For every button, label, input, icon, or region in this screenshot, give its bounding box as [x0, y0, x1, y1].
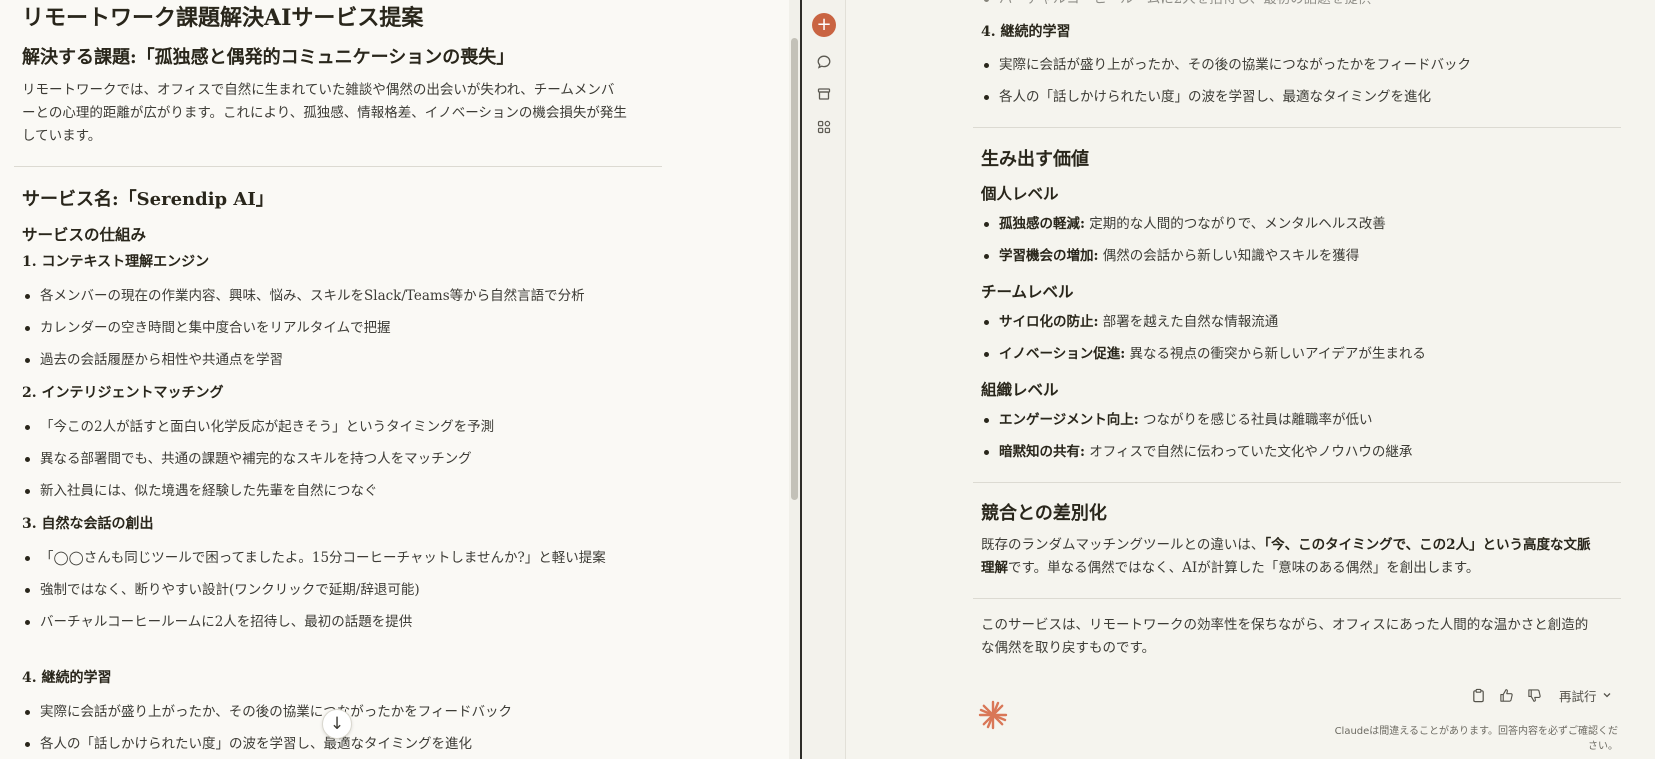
scrollbar-thumb[interactable] — [791, 38, 798, 500]
list-item: 実際に会話が盛り上がったか、その後の協業につながったかをフィードバック — [981, 54, 1601, 76]
list-item: 「◯◯さんも同じツールで困ってましたよ。15分コーヒーチャットしませんか?」と軽… — [22, 547, 632, 569]
list-item: 各メンバーの現在の作業内容、興味、悩み、スキルをSlack/Teams等から自然… — [22, 285, 642, 307]
team-list: サイロ化の防止: 部署を越えた自然な情報流通 イノベーション促進: 異なる視点の… — [981, 311, 1601, 365]
value-heading: 生み出す価値 — [981, 149, 1089, 170]
disclaimer-text: Claudeは間違えることがあります。回答内容を必ずご確認ください。 — [1334, 726, 1618, 752]
clipped-list: バーチャルコーヒールームに2人を招待し、最初の話題を提供 — [981, 0, 1601, 10]
list-item: 孤独感の軽減: 定期的な人間的つながりで、メンタルヘルス改善 — [981, 213, 1601, 235]
section-title-matching: 2. インテリジェントマッチング — [22, 385, 224, 401]
retry-button[interactable]: 再試行 — [1559, 686, 1612, 705]
section-title-conversation: 3. 自然な会話の創出 — [22, 516, 154, 532]
new-chat-button[interactable]: + — [812, 13, 836, 37]
list-item: カレンダーの空き時間と集中度合いをリアルタイムで把握 — [22, 317, 642, 339]
learning-list: 実際に会話が盛り上がったか、その後の協業につながったかをフィードバック 各人の「… — [981, 54, 1601, 108]
organization-list: エンゲージメント向上: つながりを感じる社員は離職率が低い 暗黙知の共有: オフ… — [981, 409, 1601, 463]
list-item: 過去の会話履歴から相性や共通点を学習 — [22, 349, 642, 371]
problem-heading: 解決する課題:「孤独感と偶発的コミュニケーションの喪失」 — [22, 47, 515, 68]
section-divider — [973, 482, 1621, 483]
mechanism-heading: サービスの仕組み — [22, 225, 147, 244]
list-item: 異なる部署間でも、共通の課題や補完的なスキルを持つ人をマッチング — [22, 448, 642, 470]
chat-bubble-icon — [817, 55, 831, 69]
list-item: 暗黙知の共有: オフィスで自然に伝わっていた文化やノウハウの継承 — [981, 441, 1601, 463]
plus-icon: + — [816, 14, 832, 35]
list-item: 新入社員には、似た境遇を経験した先輩を自然につなぐ — [22, 480, 642, 502]
artifact-panel: リモートワーク課題解決AIサービス提案 解決する課題:「孤独感と偶発的コミュニケ… — [0, 0, 800, 759]
scroll-down-button[interactable]: ↓ — [322, 709, 352, 739]
context-list: 各メンバーの現在の作業内容、興味、悩み、スキルをSlack/Teams等から自然… — [22, 285, 642, 371]
thumbs-down-icon — [1527, 688, 1541, 702]
clipboard-icon — [1472, 688, 1484, 702]
section-divider — [973, 598, 1621, 599]
claude-logo-icon — [978, 700, 1008, 730]
list-item: 学習機会の増加: 偶然の会話から新しい知識やスキルを獲得 — [981, 245, 1601, 267]
archive-icon — [817, 88, 831, 100]
retry-label: 再試行 — [1559, 688, 1597, 704]
projects-button[interactable] — [812, 82, 836, 106]
diff-heading: 競合との差別化 — [981, 503, 1107, 524]
matching-list: 「今この2人が話すと面白い化学反応が起きそう」というタイミングを予測 異なる部署… — [22, 416, 642, 502]
section-divider — [973, 127, 1621, 128]
list-item: バーチャルコーヒールームに2人を招待し、最初の話題を提供 — [981, 0, 1601, 10]
section-title-learning: 4. 継続的学習 — [22, 670, 112, 686]
copy-button[interactable] — [1469, 686, 1487, 704]
chat-panel: バーチャルコーヒールームに2人を招待し、最初の話題を提供 4. 継続的学習 実際… — [846, 0, 1655, 759]
level-title-individual: 個人レベル — [981, 184, 1059, 203]
list-item: イノベーション促進: 異なる視点の衝突から新しいアイデアが生まれる — [981, 343, 1601, 365]
list-item: 各人の「話しかけられたい度」の波を学習し、最適なタイミングを進化 — [981, 86, 1601, 108]
level-title-organization: 組織レベル — [981, 380, 1059, 399]
thumbs-up-icon — [1499, 688, 1513, 702]
service-name: サービス名:「Serendip AI」 — [22, 189, 274, 210]
closing-text: このサービスは、リモートワークの効率性を保ちながら、オフィスにあった人間的な温か… — [981, 617, 1589, 656]
section-title-context: 1. コンテキスト理解エンジン — [22, 254, 210, 270]
list-item: 「今この2人が話すと面白い化学反応が起きそう」というタイミングを予測 — [22, 416, 642, 438]
learning-title: 4. 継続的学習 — [981, 24, 1071, 40]
doc-title: リモートワーク課題解決AIサービス提案 — [22, 5, 424, 31]
artifacts-button[interactable] — [812, 115, 836, 139]
chats-button[interactable] — [812, 50, 836, 74]
message-actions: 再試行 — [1469, 684, 1612, 706]
side-rail: + — [802, 0, 846, 759]
list-item: エンゲージメント向上: つながりを感じる社員は離職率が低い — [981, 409, 1601, 431]
chevron-down-icon — [1603, 693, 1610, 698]
level-title-team: チームレベル — [981, 282, 1074, 301]
diff-text: 既存のランダムマッチングツールとの違いは、「今、このタイミングで、この2人」とい… — [981, 537, 1591, 576]
arrow-down-icon: ↓ — [329, 714, 345, 734]
individual-list: 孤独感の軽減: 定期的な人間的つながりで、メンタルヘルス改善 学習機会の増加: … — [981, 213, 1601, 267]
list-item: 強制ではなく、断りやすい設計(ワンクリックで延期/辞退可能) — [22, 579, 632, 601]
section-divider — [14, 166, 662, 167]
list-item: サイロ化の防止: 部署を越えた自然な情報流通 — [981, 311, 1601, 333]
thumbs-up-button[interactable] — [1497, 686, 1515, 704]
problem-text: リモートワークでは、オフィスで自然に生まれていた雑談や偶然の出会いが失われ、チー… — [22, 82, 627, 144]
thumbs-down-button[interactable] — [1525, 686, 1543, 704]
conversation-list: 「◯◯さんも同じツールで困ってましたよ。15分コーヒーチャットしませんか?」と軽… — [22, 547, 632, 633]
list-item: バーチャルコーヒールームに2人を招待し、最初の話題を提供 — [22, 611, 632, 633]
grid-icon — [817, 120, 831, 134]
